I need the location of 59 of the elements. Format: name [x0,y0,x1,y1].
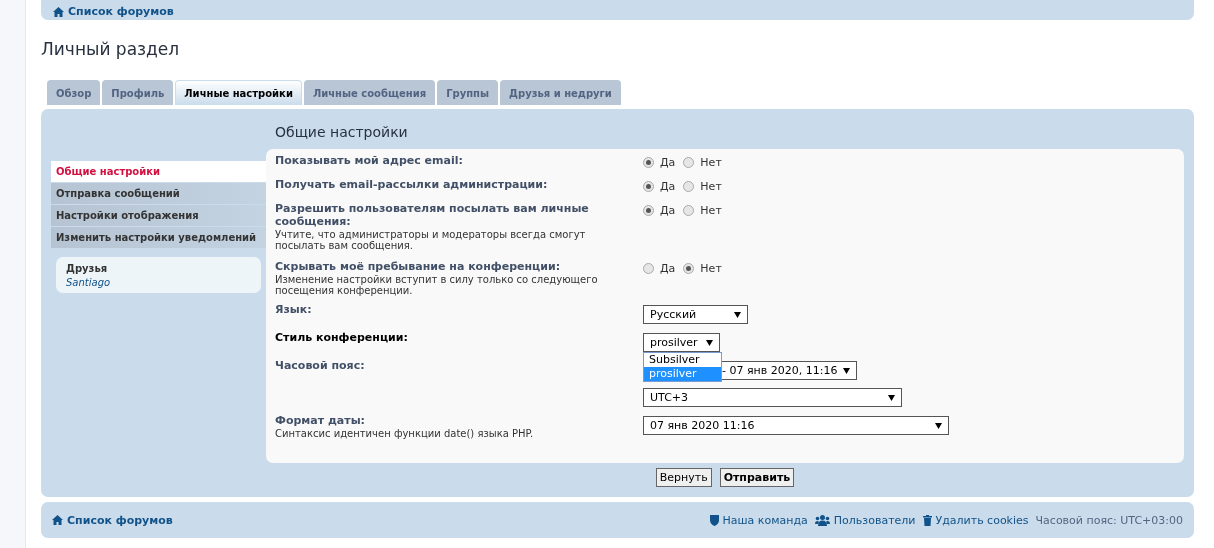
radio-button[interactable] [643,157,654,168]
radio-label: Нет [700,180,722,193]
submit-button[interactable]: Отправить [719,468,795,487]
tab[interactable]: Личные настройки [175,80,302,105]
select-field[interactable]: Русский [643,305,748,324]
sidebar-item[interactable]: Настройки отображения [51,205,266,227]
radio-label: Да [660,262,676,275]
radio-label: Нет [700,156,722,169]
friends-title: Друзья [66,263,109,274]
trash-icon [922,514,932,526]
footer-link[interactable]: Наша команда [709,513,808,527]
setting-label: Часовой пояс: [275,359,366,372]
sidebar-item[interactable]: Изменить настройки уведомлений [51,227,266,249]
forum-list-link[interactable]: Список форумов [53,5,174,18]
sidebar-item[interactable]: Общие настройки [51,161,266,183]
radio-button[interactable] [683,157,695,168]
forum-list-link[interactable]: Список форумов [52,513,173,527]
radio-button[interactable] [643,205,654,216]
home-icon [52,515,63,525]
setting-label: Скрывать моё пребывание на конференции: [275,260,562,273]
home-icon [53,6,64,17]
setting-label: Формат даты: [275,414,366,427]
radio-label: Да [660,180,676,193]
select-field[interactable]: prosilver [643,333,720,352]
timezone-text: Часовой пояс: UTC+03:00 [1035,513,1183,527]
select-field[interactable]: 07 янв 2020 11:16 [643,416,949,435]
setting-label: Язык: [275,303,313,316]
radio-button[interactable] [683,181,695,192]
radio-button[interactable] [643,181,654,192]
caret-icon [843,367,850,374]
users-icon [814,514,830,526]
page-title: Личный раздел [41,39,181,59]
setting-label: Получать email-рассылки администрации: [275,178,549,191]
select-field[interactable]: UTC+3 [643,388,902,407]
radio-label: Да [660,204,676,217]
friend-link[interactable]: Santiago [66,277,251,288]
caret-icon [935,422,942,429]
caret-icon [706,339,713,346]
setting-explanation: Учтите, что администраторы и модераторы всегда смогут посылать вам сообщения. [275,229,587,251]
setting-label: Разрешить пользователям посылать вам личные сообщения: [275,202,590,228]
caret-icon [888,394,895,401]
footer-link[interactable]: Пользователи [814,513,916,527]
radio-label: Нет [700,262,722,275]
reset-button[interactable]: Вернуть [655,468,712,487]
radio-label: Да [660,156,676,169]
setting-label: Стиль конференции: [275,331,409,344]
setting-label: Показывать мой адрес email: [275,154,464,167]
tab[interactable]: Обзор [47,80,101,105]
sidebar-item[interactable]: Отправка сообщений [51,183,266,205]
radio-button[interactable] [643,263,654,274]
section-title: Общие настройки [275,124,409,142]
caret-icon [734,311,741,318]
shield-icon [709,514,719,526]
radio-label: Нет [700,204,722,217]
setting-explanation: Синтаксис идентичен функции date() языка PHP. [275,428,535,439]
setting-explanation: Изменение настройки вступит в силу только со следующего посещения конференции. [275,274,599,296]
footer-link[interactable]: Удалить cookies [922,513,1029,527]
radio-button[interactable] [683,263,695,274]
radio-button[interactable] [683,205,695,216]
